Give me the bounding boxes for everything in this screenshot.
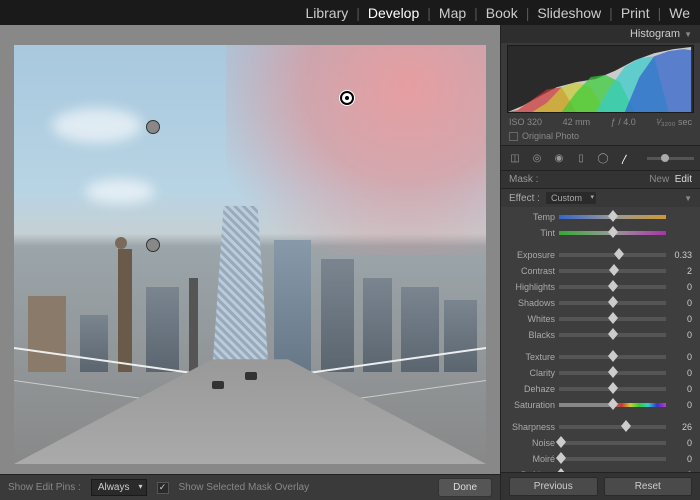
tint-slider[interactable] — [559, 231, 666, 235]
module-picker: Library| Develop| Map| Book| Slideshow| … — [299, 5, 696, 21]
module-develop[interactable]: Develop — [362, 5, 425, 21]
effect-label: Effect : — [509, 193, 540, 204]
moire-slider[interactable] — [559, 457, 666, 461]
temp-slider[interactable] — [559, 215, 666, 219]
overlay-checkbox[interactable]: ✓ — [157, 482, 169, 494]
effect-preset-select[interactable]: Custom — [546, 192, 596, 204]
adjustment-sliders: Temp Tint Exposure0.33 Contrast2 Highlig… — [501, 207, 700, 472]
gradient-tool-icon[interactable]: ▯ — [573, 150, 589, 166]
module-map[interactable]: Map — [433, 5, 472, 21]
crop-tool-icon[interactable]: ◫ — [507, 150, 523, 166]
photo-preview[interactable] — [14, 45, 486, 464]
dehaze-slider[interactable] — [559, 387, 666, 391]
brush-tool-icon[interactable]: 〳 — [617, 150, 633, 166]
saturation-slider[interactable] — [559, 403, 666, 407]
exif-strip: ISO 32042 mmƒ / 4.0¹⁄₃₂₀₀ sec — [501, 115, 700, 129]
radial-tool-icon[interactable]: ◯ — [595, 150, 611, 166]
show-pins-label: Show Edit Pins : — [8, 482, 81, 493]
contrast-slider[interactable] — [559, 269, 666, 273]
original-photo-row[interactable]: Original Photo — [501, 129, 700, 146]
effect-disclosure-icon[interactable]: ▼ — [684, 194, 692, 203]
local-tools: ◫ ◎ ◉ ▯ ◯ 〳 — [501, 146, 700, 171]
spot-tool-icon[interactable]: ◎ — [529, 150, 545, 166]
module-library[interactable]: Library — [299, 5, 354, 21]
exposure-slider[interactable] — [559, 253, 666, 257]
mask-header: Mask : New Edit — [501, 171, 700, 189]
histogram-header[interactable]: Histogram ▼ — [501, 25, 700, 43]
histogram[interactable] — [507, 45, 694, 113]
canvas-area: Show Edit Pins : Always ✓ Show Selected … — [0, 25, 500, 500]
module-web[interactable]: We — [663, 5, 696, 21]
module-print[interactable]: Print — [615, 5, 656, 21]
show-pins-select[interactable]: Always — [91, 479, 147, 496]
blacks-slider[interactable] — [559, 333, 666, 337]
previous-button[interactable]: Previous — [509, 477, 598, 496]
highlights-slider[interactable] — [559, 285, 666, 289]
edit-pin-active[interactable] — [340, 91, 354, 105]
right-panel: Histogram ▼ ISO 32042 mmƒ / 4.0¹⁄₃₂₀₀ se… — [500, 25, 700, 500]
mask-new[interactable]: New — [649, 174, 669, 185]
edit-pin[interactable] — [146, 238, 160, 252]
redeye-tool-icon[interactable]: ◉ — [551, 150, 567, 166]
overlay-label: Show Selected Mask Overlay — [179, 482, 310, 493]
expand-arrow-icon[interactable]: ▲ — [346, 0, 355, 1]
module-book[interactable]: Book — [480, 5, 524, 21]
toolbar: Show Edit Pins : Always ✓ Show Selected … — [0, 474, 500, 500]
done-button[interactable]: Done — [438, 478, 492, 497]
sharpness-slider[interactable] — [559, 425, 666, 429]
reset-button[interactable]: Reset — [604, 477, 693, 496]
edit-pin[interactable] — [146, 120, 160, 134]
clarity-slider[interactable] — [559, 371, 666, 375]
shadows-slider[interactable] — [559, 301, 666, 305]
texture-slider[interactable] — [559, 355, 666, 359]
tool-size-slider[interactable] — [647, 157, 694, 160]
mask-edit[interactable]: Edit — [675, 174, 692, 185]
whites-slider[interactable] — [559, 317, 666, 321]
noise-slider[interactable] — [559, 441, 666, 445]
module-slideshow[interactable]: Slideshow — [531, 5, 607, 21]
